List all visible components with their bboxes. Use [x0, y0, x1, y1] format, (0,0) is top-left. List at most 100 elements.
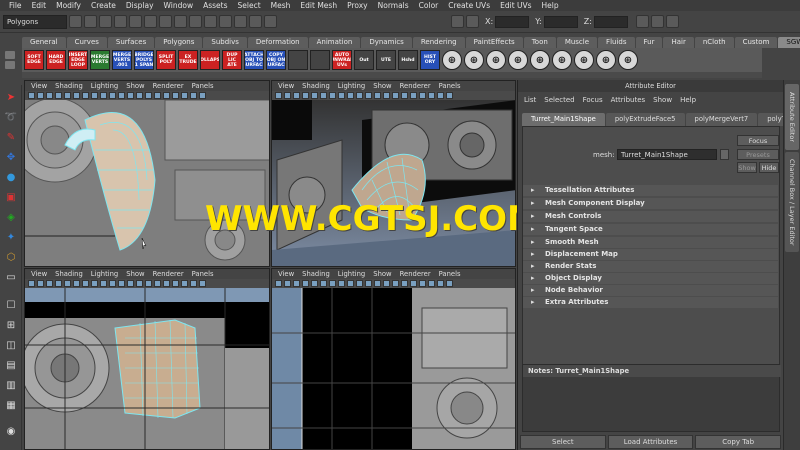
shelf-button-hard-edge[interactable]: HARD EDGE: [46, 50, 66, 70]
crosshair-icon[interactable]: ⊕: [464, 50, 484, 70]
universal-manip-icon[interactable]: ◈: [3, 211, 19, 225]
shelf-tab-animation[interactable]: Animation: [308, 37, 361, 48]
presets-button[interactable]: Presets: [737, 149, 779, 160]
show-button[interactable]: Show: [737, 162, 757, 173]
snap-curve-icon[interactable]: [174, 15, 187, 28]
tab-turret-main1shape[interactable]: Turret_Main1Shape: [522, 113, 605, 126]
layout-two-icon[interactable]: ◫: [3, 339, 19, 353]
absolute-transform-icon[interactable]: [466, 15, 479, 28]
shelf-tab-dynamics[interactable]: Dynamics: [361, 37, 412, 48]
section-tangent-space[interactable]: Tangent Space: [523, 224, 778, 235]
new-scene-icon[interactable]: [69, 15, 82, 28]
shelf-button-bridge-polys-1-span[interactable]: BRIDGE POLYS 1 SPAN: [134, 50, 154, 70]
select-object-icon[interactable]: [129, 15, 142, 28]
menu-create-uvs[interactable]: Create UVs: [443, 1, 495, 10]
side-tab-channel-box[interactable]: Channel Box / Layer Editor: [785, 152, 799, 252]
shelf-tab-fluids[interactable]: Fluids: [598, 37, 635, 48]
ae-menu-help[interactable]: Help: [680, 94, 696, 106]
shelf-button-tool-13[interactable]: [310, 50, 330, 70]
viewport-menu-renderer[interactable]: Renderer: [153, 269, 184, 279]
shelf-options-icon[interactable]: [5, 61, 15, 69]
viewport-menu-shading[interactable]: Shading: [55, 269, 83, 279]
tab-polymergevert7[interactable]: polyMergeVert7: [685, 113, 758, 126]
shelf-button-tool-12[interactable]: [288, 50, 308, 70]
shelf-button-out[interactable]: Out: [354, 50, 374, 70]
toggle-sidebar-icon[interactable]: [635, 15, 649, 28]
shelf-tab-custom[interactable]: Custom: [734, 37, 778, 48]
soft-mod-icon[interactable]: ✦: [3, 231, 19, 245]
render-icon[interactable]: [234, 15, 247, 28]
viewport-menu-show[interactable]: Show: [126, 269, 144, 279]
viewport-menu-shading[interactable]: Shading: [302, 269, 330, 279]
shelf-button-auto-unwrap-uvs[interactable]: AUTO UNWRAP UVs: [332, 50, 352, 70]
menu-help[interactable]: Help: [537, 1, 564, 10]
shelf-tab-muscle[interactable]: Muscle: [556, 37, 598, 48]
section-render-stats[interactable]: Render Stats: [523, 261, 778, 272]
menu-display[interactable]: Display: [121, 1, 159, 10]
shelf-button-copy-obj-on-surface[interactable]: COPY OBJ ON SURFACE: [266, 50, 286, 70]
shelf-tab-ncloth[interactable]: nCloth: [694, 37, 734, 48]
select-node-icon[interactable]: [720, 149, 729, 160]
menu-mesh[interactable]: Mesh: [266, 1, 296, 10]
section-mesh-component-display[interactable]: Mesh Component Display: [523, 198, 778, 209]
menu-window[interactable]: Window: [159, 1, 199, 10]
select-tool-icon[interactable]: ➤: [3, 91, 19, 105]
ae-menu-list[interactable]: List: [524, 94, 536, 106]
shelf-button-ex-trude[interactable]: EX TRUDE: [178, 50, 198, 70]
tab-polyextrudeface5[interactable]: polyExtrudeFace5: [605, 113, 685, 126]
lasso-tool-icon[interactable]: ➰: [3, 111, 19, 125]
viewport-menu-panels[interactable]: Panels: [192, 81, 214, 91]
shelf-tab-polygons[interactable]: Polygons: [155, 37, 203, 48]
viewport-canvas[interactable]: [272, 100, 515, 266]
shelf-tab-hair[interactable]: Hair: [663, 37, 694, 48]
shelf-button-attach-obj-to-surface[interactable]: ATTACH OBJ TO SURFACE: [244, 50, 264, 70]
shelf-button-ute[interactable]: UTE: [376, 50, 396, 70]
section-smooth-mesh[interactable]: Smooth Mesh: [523, 237, 778, 248]
last-tool-icon[interactable]: ▭: [3, 271, 19, 285]
ae-menu-show[interactable]: Show: [653, 94, 672, 106]
section-mesh-controls[interactable]: Mesh Controls: [523, 211, 778, 222]
shelf-button-merge-verts-001[interactable]: MERGE VERTS .001: [112, 50, 132, 70]
menu-edit[interactable]: Edit: [27, 1, 52, 10]
shelf-tab-toon[interactable]: Toon: [523, 37, 556, 48]
paint-select-icon[interactable]: ✎: [3, 131, 19, 145]
snap-icon[interactable]: ⊕: [486, 50, 506, 70]
ae-menu-focus[interactable]: Focus: [583, 94, 603, 106]
viewport-menu-view[interactable]: View: [31, 269, 47, 279]
side-tab-attribute-editor[interactable]: Attribute Editor: [785, 84, 799, 150]
tool-settings-icon[interactable]: [665, 15, 679, 28]
viewport-menu-lighting[interactable]: Lighting: [91, 269, 118, 279]
viewport-menu-show[interactable]: Show: [373, 269, 391, 279]
viewport-menu-lighting[interactable]: Lighting: [338, 269, 365, 279]
show-manip-icon[interactable]: ⬡: [3, 251, 19, 265]
shelf-tab-general[interactable]: General: [22, 37, 66, 48]
viewport-menu-renderer[interactable]: Renderer: [400, 269, 431, 279]
viewport-toolbar[interactable]: [272, 91, 515, 100]
viewport-menu-lighting[interactable]: Lighting: [91, 81, 118, 91]
shelf-button-dup-lic-ate[interactable]: DUP LIC ATE: [222, 50, 242, 70]
shelf-button-collapse[interactable]: COLLAPSE: [200, 50, 220, 70]
shelf-button-hshd[interactable]: Hshd: [398, 50, 418, 70]
layout-custom-icon[interactable]: ◉: [3, 425, 19, 439]
copy-tab-button[interactable]: Copy Tab: [695, 435, 782, 449]
shelf-button-merge-verts[interactable]: MERGE VERTS: [90, 50, 110, 70]
shelf-tab-curves[interactable]: Curves: [66, 37, 107, 48]
layout-outliner-icon[interactable]: ▤: [3, 359, 19, 373]
section-extra-attributes[interactable]: Extra Attributes: [523, 297, 778, 308]
menu-normals[interactable]: Normals: [373, 1, 414, 10]
shelf-button-hist-ory[interactable]: HIST ORY: [420, 50, 440, 70]
shelf-tab-painteffects[interactable]: PaintEffects: [465, 37, 523, 48]
shelf-button-insert-edge-loop[interactable]: INSERT EDGE LOOP: [68, 50, 88, 70]
viewport-menu-renderer[interactable]: Renderer: [153, 81, 184, 91]
snap-grid-icon[interactable]: [159, 15, 172, 28]
menu-proxy[interactable]: Proxy: [342, 1, 373, 10]
select-component-icon[interactable]: [144, 15, 157, 28]
shelf-tab-subdivs[interactable]: Subdivs: [203, 37, 247, 48]
ae-menu-selected[interactable]: Selected: [544, 94, 574, 106]
menu-file[interactable]: File: [4, 1, 27, 10]
section-object-display[interactable]: Object Display: [523, 273, 778, 284]
viewport-toolbar[interactable]: [25, 91, 269, 100]
render-settings-icon[interactable]: [264, 15, 277, 28]
section-tessellation-attributes[interactable]: Tessellation Attributes: [523, 185, 778, 196]
layout-single-icon[interactable]: ☐: [3, 299, 19, 313]
